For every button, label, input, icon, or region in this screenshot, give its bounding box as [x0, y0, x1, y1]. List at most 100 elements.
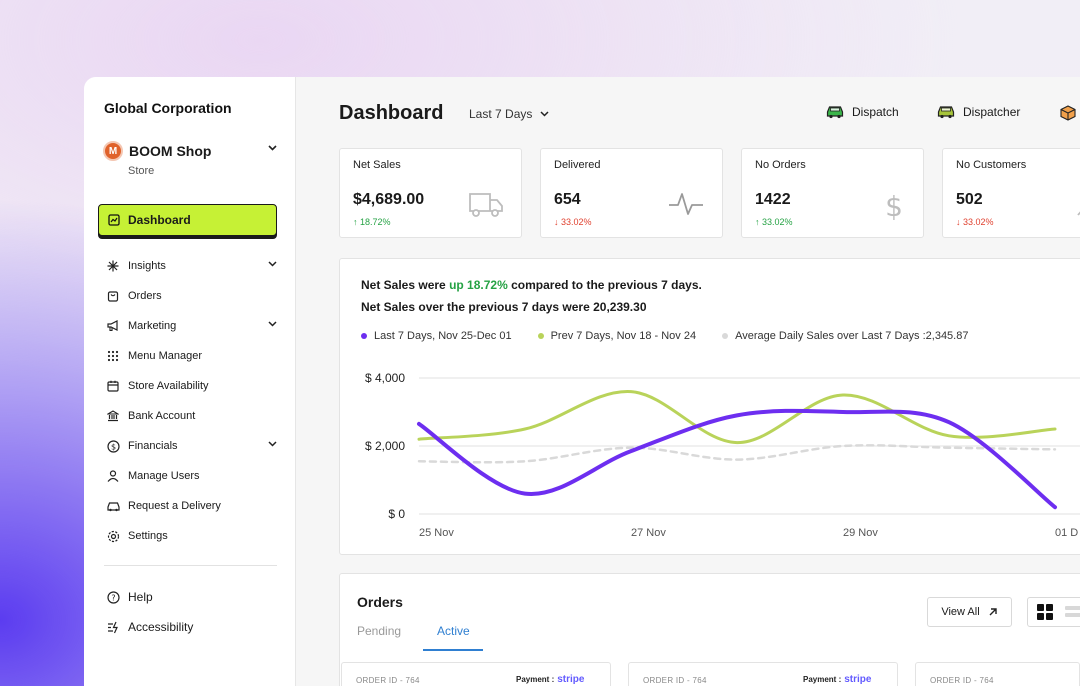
sidebar-item-bank-account[interactable]: Bank Account [98, 401, 277, 431]
orders-title: Orders [357, 594, 403, 610]
sidebar-item-label: Accessibility [128, 620, 194, 634]
payment-info: Payment : stripe [803, 674, 872, 685]
y-tick-label: $ 4,000 [365, 371, 405, 385]
car-icon [937, 105, 955, 119]
calendar-icon [106, 379, 120, 393]
legend-dot [361, 333, 367, 339]
main-content: Dashboard Last 7 Days Dispatch Dispatche… [296, 77, 1080, 686]
x-tick-label: 01 D [1055, 527, 1078, 539]
kpi-card-no-customers[interactable]: No Customers 502 ↓ 33.02% [942, 148, 1080, 238]
sidebar-item-dashboard[interactable]: Dashboard [98, 204, 277, 236]
bag-icon [106, 289, 120, 303]
dispatcher-button[interactable]: Dispatcher [937, 105, 1020, 119]
kpi-delta: ↓ 33.02% [956, 217, 994, 227]
kpi-card-delivered[interactable]: Delivered 654 ↓ 33.02% [540, 148, 723, 238]
legend-label: Average Daily Sales over Last 7 Days :2,… [735, 330, 969, 342]
kpi-label: Net Sales [353, 159, 401, 171]
grid-view-icon[interactable] [1037, 604, 1053, 620]
sidebar-item-store-availability[interactable]: Store Availability [98, 371, 277, 401]
store-avatar: M [103, 141, 123, 161]
arrow-up-right-icon [988, 607, 998, 617]
sidebar-item-label: Settings [128, 530, 168, 542]
x-tick-label: 25 Nov [419, 527, 454, 539]
page-title: Dashboard [339, 102, 444, 124]
sidebar-item-label: Menu Manager [128, 350, 202, 362]
sidebar-item-label: Store Availability [128, 380, 209, 392]
car-icon [106, 499, 120, 513]
legend-dot [537, 333, 544, 339]
legend-dot [722, 333, 729, 339]
store-name: BOOM Shop [129, 143, 212, 159]
legend-item-current[interactable]: Last 7 Days, Nov 25-Dec 01 [361, 330, 512, 342]
stripe-logo: stripe [844, 674, 872, 685]
x-tick-label: 29 Nov [843, 527, 878, 539]
y-tick-label: $ 0 [388, 507, 405, 521]
active-tab-indicator [423, 649, 483, 651]
chevron-down-icon [268, 441, 277, 447]
kpi-card-net-sales[interactable]: Net Sales $4,689.00 ↑ 18.72% [339, 148, 522, 238]
kpi-card-no-orders[interactable]: No Orders 1422 ↑ 33.02% $ [741, 148, 924, 238]
dispatch-button[interactable]: Dispatch [826, 105, 899, 119]
order-card[interactable]: ORDER ID - 764 Payment : stripe [628, 662, 898, 686]
order-card[interactable]: ORDER ID - 764 Payment : stripe [341, 662, 611, 686]
tab-active[interactable]: Active [437, 624, 470, 638]
sidebar-item-financials[interactable]: $ Financials [98, 431, 277, 461]
pulse-icon [668, 191, 704, 217]
payment-info: Payment : stripe [516, 674, 585, 685]
legend-item-average[interactable]: Average Daily Sales over Last 7 Days :2,… [722, 330, 968, 342]
sparkle-icon [106, 259, 120, 273]
sidebar-item-manage-users[interactable]: Manage Users [98, 461, 277, 491]
chevron-down-icon [268, 261, 277, 267]
sidebar-item-insights[interactable]: Insights [98, 251, 277, 281]
order-card[interactable]: ORDER ID - 764 [915, 662, 1080, 686]
dispatcher-label: Dispatcher [963, 105, 1021, 119]
tab-pending[interactable]: Pending [357, 624, 401, 638]
svg-text:$: $ [885, 191, 903, 221]
list-view-icon[interactable] [1065, 605, 1080, 619]
megaphone-icon [106, 319, 120, 333]
box-button[interactable] [1060, 105, 1080, 121]
sidebar: Global Corporation M BOOM Shop Store Das… [84, 77, 296, 686]
dollar-circle-icon: $ [106, 439, 120, 453]
grid-dots-icon [106, 349, 120, 363]
date-range-select[interactable]: Last 7 Days [469, 107, 549, 121]
kpi-delta: ↓ 33.02% [554, 217, 592, 227]
series-line-average [417, 444, 1057, 464]
accessibility-icon [106, 620, 120, 634]
kpi-value: 502 [956, 191, 983, 208]
topbar: Dashboard Last 7 Days Dispatch Dispatche… [339, 77, 1080, 148]
summary-highlight: up 18.72% [449, 278, 508, 292]
summary-line-2: Net Sales over the previous 7 days were … [361, 300, 647, 314]
legend-label: Prev 7 Days, Nov 18 - Nov 24 [550, 330, 697, 342]
y-tick-label: $ 2,000 [365, 439, 405, 453]
order-id: ORDER ID - 764 [356, 676, 420, 685]
org-name: Global Corporation [104, 100, 232, 116]
sidebar-item-help[interactable]: ? Help [98, 582, 277, 612]
order-id: ORDER ID - 764 [643, 676, 707, 685]
order-id: ORDER ID - 764 [930, 676, 994, 685]
sidebar-item-orders[interactable]: Orders [98, 281, 277, 311]
view-all-button[interactable]: View All [927, 597, 1012, 627]
view-toggle[interactable] [1027, 597, 1080, 627]
sidebar-nav: Insights Orders Marketing Menu Manager S… [98, 251, 277, 551]
sidebar-item-label: Insights [128, 260, 166, 272]
sidebar-item-accessibility[interactable]: Accessibility [98, 612, 277, 642]
sidebar-item-label: Bank Account [128, 410, 196, 422]
chevron-down-icon [268, 145, 277, 151]
chevron-down-icon [268, 321, 277, 327]
legend-item-previous[interactable]: Prev 7 Days, Nov 18 - Nov 24 [537, 330, 697, 342]
sales-summary: Net Sales were up 18.72% compared to the… [361, 274, 702, 318]
sidebar-item-request-delivery[interactable]: Request a Delivery [98, 491, 277, 521]
chart-legend: Last 7 Days, Nov 25-Dec 01 Prev 7 Days, … [361, 330, 994, 342]
sidebar-item-menu-manager[interactable]: Menu Manager [98, 341, 277, 371]
sidebar-item-label: Orders [128, 290, 162, 302]
sidebar-item-marketing[interactable]: Marketing [98, 311, 277, 341]
car-icon [826, 105, 844, 119]
dashboard-icon [108, 214, 120, 226]
sidebar-item-settings[interactable]: Settings [98, 521, 277, 551]
sidebar-item-label: Help [128, 590, 153, 604]
sidebar-item-label: Financials [128, 440, 178, 452]
kpi-cards: Net Sales $4,689.00 ↑ 18.72% Delivered 6… [339, 148, 1080, 238]
store-switcher[interactable]: M BOOM Shop [103, 141, 277, 161]
svg-text:?: ? [111, 593, 115, 602]
